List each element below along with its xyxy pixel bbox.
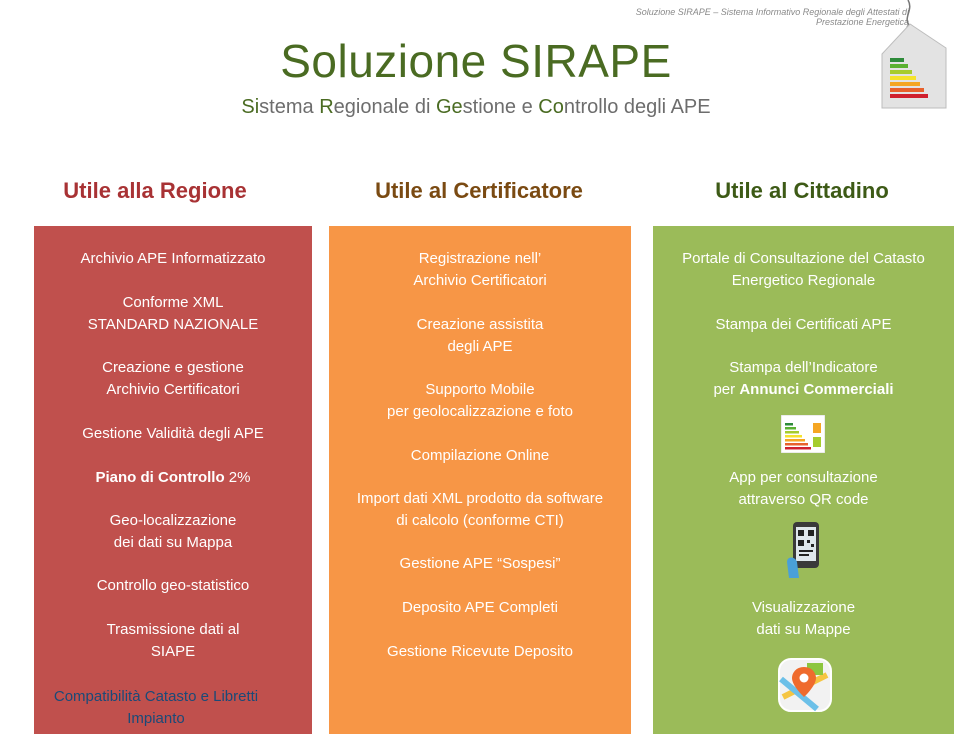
energy-certificate-icon	[781, 415, 825, 453]
cert-item-import: Import dati XML prodotto da software di …	[356, 490, 604, 529]
citt-item-app: App per consultazione attraverso QR code	[729, 469, 878, 508]
header-caption-line1: Soluzione SIRAPE – Sistema Informativo R…	[635, 7, 909, 17]
subtitle-egionale: egionale di	[333, 96, 436, 118]
heading-certificatore: Utile al Certificatore	[375, 178, 583, 203]
heading-cittadino: Utile al Cittadino	[715, 178, 889, 203]
subtitle-r: R	[319, 96, 334, 118]
citt-item-indicatore: Stampa dell’Indicatore per Annunci Comme…	[713, 359, 894, 398]
citt-item-stampa-ape: Stampa dei Certificati APE	[715, 316, 892, 333]
subtitle-ntrollo: ntrollo degli APE	[563, 96, 711, 118]
map-pin-icon	[778, 658, 832, 712]
cert-item-creazione: Creazione assistita degli APE	[416, 316, 544, 355]
cert-item-online: Compilazione Online	[410, 447, 550, 464]
page-title: Soluzione SIRAPE	[280, 35, 672, 87]
header-caption: Soluzione SIRAPE – Sistema Informativo R…	[589, 7, 909, 27]
regione-item-siape: Trasmissione dati al SIAPE	[106, 621, 240, 660]
regione-item-validita: Gestione Validità degli APE	[82, 425, 264, 442]
cert-item-registrazione: Registrazione nell’ Archivio Certificato…	[413, 250, 547, 289]
subtitle-ge: Ge	[435, 96, 463, 118]
qr-phone-icon	[787, 522, 819, 578]
header-caption-line2: Prestazione Energetica	[815, 17, 909, 27]
citt-item-mappe: Visualizzazione dati su Mappe	[751, 599, 856, 638]
subtitle-stema: stema	[259, 96, 320, 118]
subtitle-stione: stione e	[462, 96, 539, 118]
cert-item-sospesi: Gestione APE “Sospesi”	[399, 555, 561, 572]
regione-footer-note: Compatibilità Catasto e Libretti Impiant…	[53, 688, 259, 727]
panel-cittadino: Portale di Consultazione del Catasto Ene…	[653, 226, 954, 734]
panel-regione: Archivio APE Informatizzato Conforme XML…	[34, 226, 312, 734]
cert-item-deposito: Deposito APE Completi	[402, 599, 558, 616]
cert-item-mobile: Supporto Mobile per geolocalizzazione e …	[387, 381, 573, 420]
page-subtitle: Sistema Regionale di Gestione e Controll…	[0, 96, 952, 119]
heading-regione: Utile alla Regione	[63, 178, 247, 203]
citt-item-portale: Portale di Consultazione del Catasto Ene…	[682, 250, 925, 289]
panel-certificatore: Registrazione nell’ Archivio Certificato…	[329, 226, 631, 734]
regione-item-certificatori: Creazione e gestione Archivio Certificat…	[102, 359, 244, 398]
regione-item-archivio: Archivio APE Informatizzato	[80, 250, 266, 267]
regione-item-statistico: Controllo geo-statistico	[96, 577, 250, 594]
cert-item-ricevute: Gestione Ricevute Deposito	[387, 643, 573, 660]
regione-item-piano: Piano di Controllo 2%	[95, 469, 251, 486]
subtitle-co: Co	[538, 96, 564, 118]
subtitle-si: Si	[241, 96, 260, 118]
regione-item-xml: Conforme XML STANDARD NAZIONALE	[87, 294, 259, 333]
regione-item-geo: Geo-localizzazione dei dati su Mappa	[109, 512, 237, 551]
